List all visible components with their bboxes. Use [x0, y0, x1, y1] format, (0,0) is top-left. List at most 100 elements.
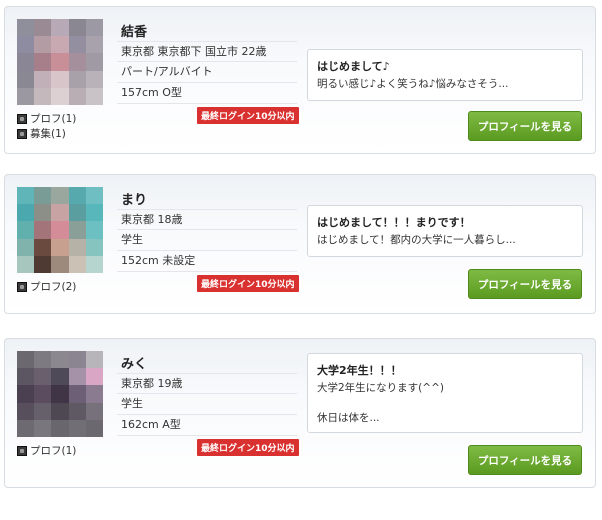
avatar-mosaic-tile [51, 53, 69, 71]
profile-photo-link[interactable]: プロフ(1) [17, 111, 76, 126]
avatar-mosaic-tile [34, 238, 52, 256]
photo-icon [17, 113, 27, 124]
profile-card: プロフ(2) まり 東京都 18歳 学生 152cm 未設定 最終ログイン10分… [4, 174, 596, 314]
avatar-mosaic-tile [17, 419, 35, 437]
avatar-mosaic-tile [17, 255, 35, 273]
detail-height-blood: 157cm O型 [117, 83, 297, 104]
avatar-mosaic-tile [17, 53, 35, 71]
avatar-mosaic-tile [34, 36, 52, 54]
avatar-mosaic-tile [51, 87, 69, 105]
view-profile-button[interactable]: プロフィールを見る [468, 445, 582, 475]
avatar-mosaic-tile [51, 255, 69, 273]
avatar-mosaic-tile [34, 187, 52, 205]
avatar-mosaic-tile [17, 368, 35, 386]
avatar-mosaic-tile [85, 368, 103, 386]
avatar-mosaic-tile [68, 87, 86, 105]
avatar-mosaic-tile [17, 70, 35, 88]
avatar-mosaic-tile [51, 204, 69, 222]
message-preview[interactable]: はじめまして！！！まりです！ はじめまして！都内の大学に一人暮らし... [307, 205, 583, 257]
view-profile-button[interactable]: プロフィールを見る [468, 111, 582, 141]
photo-icon [17, 445, 27, 456]
avatar-mosaic-tile [34, 419, 52, 437]
message-preview[interactable]: 大学2年生！！！ 大学2年生になります(^^) 休日は体を... [307, 353, 583, 433]
message-body: 大学2年生になります(^^) 休日は体を... [317, 382, 444, 424]
avatar-mosaic-tile [68, 36, 86, 54]
detail-location-age: 東京都 東京都下 国立市 22歳 [117, 41, 297, 62]
avatar-mosaic-tile [17, 36, 35, 54]
avatar-mosaic-tile [51, 351, 69, 369]
avatar[interactable] [17, 187, 103, 273]
avatar-mosaic-tile [34, 87, 52, 105]
avatar-mosaic-tile [85, 402, 103, 420]
avatar-mosaic-tile [34, 368, 52, 386]
message-title: はじめまして！！！まりです！ [317, 216, 471, 229]
avatar-mosaic-tile [51, 36, 69, 54]
avatar-mosaic-tile [68, 368, 86, 386]
detail-location-age: 東京都 18歳 [117, 209, 297, 230]
profile-details: 東京都 東京都下 国立市 22歳 パート/アルバイト 157cm O型 [117, 41, 297, 104]
message-title: 大学2年生！！！ [317, 364, 402, 377]
avatar-mosaic-tile [85, 351, 103, 369]
avatar-mosaic-tile [85, 221, 103, 239]
avatar-mosaic-tile [51, 19, 69, 37]
profile-name[interactable]: まり [121, 189, 147, 208]
avatar-mosaic-tile [85, 238, 103, 256]
avatar-mosaic-tile [34, 221, 52, 239]
avatar-mosaic-tile [68, 221, 86, 239]
recruit-count: 募集(1) [30, 128, 66, 140]
profile-links: プロフ(1) 募集(1) [17, 111, 76, 141]
recruit-link[interactable]: 募集(1) [17, 126, 76, 141]
avatar-mosaic-tile [85, 53, 103, 71]
profile-name[interactable]: みく [121, 353, 147, 372]
profile-links: プロフ(1) [17, 443, 76, 458]
avatar-mosaic-tile [51, 402, 69, 420]
avatar-mosaic-tile [68, 204, 86, 222]
avatar-mosaic-tile [17, 402, 35, 420]
avatar[interactable] [17, 19, 103, 105]
avatar-mosaic-tile [68, 19, 86, 37]
avatar-mosaic-tile [17, 385, 35, 403]
photo-icon [17, 128, 27, 139]
avatar-mosaic-tile [51, 238, 69, 256]
profile-photo-link[interactable]: プロフ(2) [17, 279, 76, 294]
avatar-mosaic-tile [51, 368, 69, 386]
view-profile-button[interactable]: プロフィールを見る [468, 269, 582, 299]
avatar-mosaic-tile [68, 255, 86, 273]
avatar-mosaic-tile [34, 204, 52, 222]
avatar[interactable] [17, 351, 103, 437]
avatar-mosaic-tile [68, 70, 86, 88]
profile-photo-count: プロフ(1) [30, 113, 77, 125]
avatar-mosaic-tile [68, 238, 86, 256]
last-login-badge: 最終ログイン10分以内 [197, 275, 299, 292]
profile-photo-link[interactable]: プロフ(1) [17, 443, 76, 458]
profile-details: 東京都 18歳 学生 152cm 未設定 [117, 209, 297, 272]
avatar-mosaic-tile [85, 419, 103, 437]
avatar-mosaic-tile [51, 187, 69, 205]
avatar-mosaic-tile [85, 187, 103, 205]
profile-links: プロフ(2) [17, 279, 76, 294]
avatar-mosaic-tile [51, 419, 69, 437]
profile-name[interactable]: 結香 [121, 21, 147, 40]
detail-height-blood: 162cm A型 [117, 415, 297, 436]
avatar-mosaic-tile [17, 351, 35, 369]
detail-height-blood: 152cm 未設定 [117, 251, 297, 272]
avatar-mosaic-tile [85, 87, 103, 105]
avatar-mosaic-tile [34, 255, 52, 273]
avatar-mosaic-tile [85, 19, 103, 37]
avatar-mosaic-tile [17, 204, 35, 222]
avatar-mosaic-tile [34, 351, 52, 369]
message-preview[interactable]: はじめまして♪ 明るい感じ♪よく笑うね♪悩みなさそう... [307, 49, 583, 101]
profile-photo-count: プロフ(1) [30, 445, 77, 457]
avatar-mosaic-tile [68, 419, 86, 437]
detail-location-age: 東京都 19歳 [117, 373, 297, 394]
photo-icon [17, 281, 27, 292]
avatar-mosaic-tile [17, 187, 35, 205]
avatar-mosaic-tile [34, 53, 52, 71]
profile-card: プロフ(1) みく 東京都 19歳 学生 162cm A型 最終ログイン10分以… [4, 338, 596, 488]
avatar-mosaic-tile [34, 402, 52, 420]
avatar-mosaic-tile [68, 385, 86, 403]
detail-occupation: 学生 [117, 394, 297, 415]
avatar-mosaic-tile [51, 385, 69, 403]
avatar-mosaic-tile [85, 36, 103, 54]
profile-details: 東京都 19歳 学生 162cm A型 [117, 373, 297, 436]
